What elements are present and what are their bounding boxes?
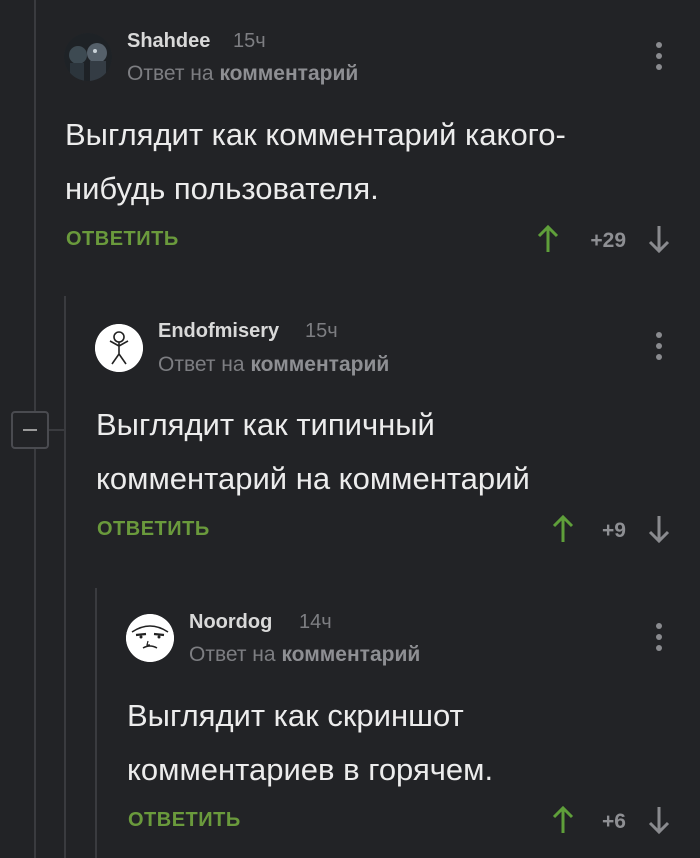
comment-noordog: Noordog 14ч Ответ на комментарий Выгляди… [0, 0, 700, 858]
timestamp: 14ч [299, 611, 332, 633]
reply-prefix: Ответ на [189, 643, 276, 666]
reply-to-line: Ответ на комментарий [189, 643, 420, 667]
avatar[interactable] [126, 614, 174, 662]
reply-target-link[interactable]: комментарий [281, 643, 420, 666]
comment-text-line: комментариев в горячем. [127, 752, 494, 787]
arrow-up-icon[interactable] [551, 805, 575, 835]
reply-button[interactable]: ОТВЕТИТЬ [128, 809, 241, 832]
comment-body: Выглядит как скриншот комментариев в гор… [127, 689, 493, 797]
more-vertical-icon[interactable] [654, 623, 664, 657]
rating-score: +6 [602, 810, 626, 833]
comment-text-line: Выглядит как скриншот [127, 698, 464, 733]
author-name[interactable]: Noordog [189, 611, 272, 634]
arrow-down-icon[interactable] [647, 805, 671, 835]
